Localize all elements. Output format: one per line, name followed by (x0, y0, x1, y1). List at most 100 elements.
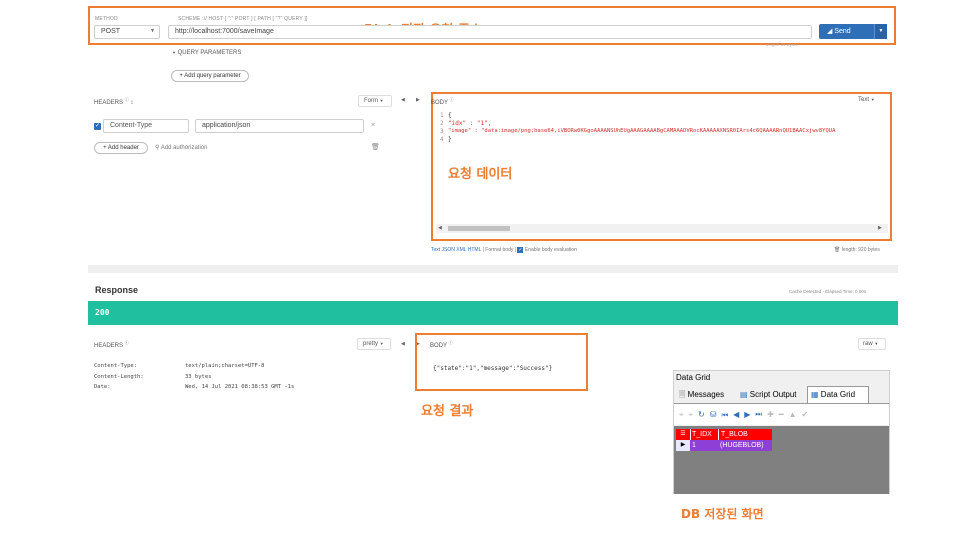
section-divider (88, 265, 898, 273)
add-authorization-label: Add authorization (160, 145, 208, 151)
chevron-down-icon: ▼ (172, 50, 176, 55)
key-icon: ⚲ (155, 145, 160, 151)
code-line: { (448, 112, 452, 119)
info-icon: ⓘ (448, 340, 453, 345)
data-grid-window: Data Grid 🗏 Messages ▤ Script Output ▦ D… (673, 370, 890, 494)
messages-icon: 🗏 (679, 390, 686, 399)
response-header-name: Date: (94, 384, 111, 390)
grid-corner-cell[interactable]: ☰ (676, 429, 690, 440)
code-line: "image" : "data:image/png;base64,iVBORw0… (448, 128, 836, 134)
collapse-left-icon[interactable]: ◀ (401, 97, 405, 103)
enable-eval-checkbox[interactable]: ✓ (517, 247, 524, 253)
query-params-toggle[interactable]: ▼ QUERY PARAMETERS (172, 50, 241, 56)
grid-body: ☰ T_IDX T_BLOB ▶ 1 (HUGEBLOB) (674, 426, 889, 494)
sort-icon: ↕ (130, 100, 134, 106)
response-body-label: BODY (430, 343, 447, 349)
response-body-text: {"state":"1","message":"Success"} (433, 365, 553, 372)
result-annotation: 요청 결과 (421, 404, 474, 419)
chevron-down-icon: ▼ (874, 341, 879, 346)
line-number: 1 (440, 112, 444, 119)
post-edit-icon[interactable]: ✔ (802, 410, 814, 419)
edit-record-icon[interactable]: ▲ (789, 410, 802, 419)
response-headers-mode-select[interactable]: pretty ▼ (357, 338, 391, 350)
fetch-icon[interactable]: ⛁ (710, 410, 722, 419)
grid-header-idx[interactable]: T_IDX (690, 429, 718, 440)
delete-record-icon[interactable]: ━ (779, 410, 789, 419)
format-body-link[interactable]: Format body (485, 247, 513, 253)
request-headers-title: HEADERS ⓘ ↕ (94, 97, 133, 106)
refresh-icon[interactable]: ↻ (698, 410, 710, 419)
add-header-button[interactable]: + Add header (94, 142, 148, 154)
chevron-down-icon: ▼ (379, 341, 384, 346)
response-header-name: Content-Type: (94, 363, 138, 369)
grid-cell-blob[interactable]: (HUGEBLOB) (718, 440, 772, 451)
data-annotation: 요청 데이터 (448, 167, 513, 182)
prev-record-icon[interactable]: ◀ (733, 410, 744, 419)
horizontal-scrollbar[interactable]: ◀ ▶ (436, 224, 888, 233)
body-length-value: length: 920 bytes (841, 247, 880, 253)
chevron-down-icon: ▼ (379, 98, 384, 103)
info-icon: ⓘ (124, 97, 129, 102)
header-value-text: application/json (202, 122, 251, 129)
scheme-label: SCHEME :// HOST [ ":" PORT ] [ PATH [ "?… (178, 16, 308, 22)
grid-header-blob[interactable]: T_BLOB (718, 429, 772, 440)
headers-mode-value: Form (364, 98, 378, 104)
request-body-title: BODY ⓘ (431, 97, 454, 106)
url-value: http://localhost:7000/saveImage (175, 28, 274, 35)
grid-cell-idx[interactable]: 1 (690, 440, 718, 451)
first-record-icon[interactable]: ⏮ (721, 410, 733, 419)
collapse-left-icon[interactable]: ◀ (401, 341, 405, 347)
elapsed-time: Cache Detected - Elapsed Time: 0.00s (789, 289, 867, 294)
tab-data-grid-label: Data Grid (820, 390, 856, 399)
tab-data-grid[interactable]: ▦ Data Grid (807, 386, 869, 403)
header-enabled-checkbox[interactable]: ✓ (94, 123, 101, 130)
query-params-label: QUERY PARAMETERS (177, 50, 242, 56)
trash-icon[interactable]: 🗑 (834, 247, 840, 253)
tab-script-output[interactable]: ▤ Script Output (740, 388, 796, 402)
trash-icon[interactable]: 🗑 (371, 143, 380, 151)
status-code: 200 (95, 308, 110, 317)
collapse-right-icon[interactable]: ▶ (416, 97, 420, 103)
response-header-value: 33 bytes (185, 374, 212, 380)
script-output-icon: ▤ (740, 390, 748, 399)
headers-mode-select[interactable]: Form ▼ (358, 95, 392, 107)
lock-icon[interactable]: ⌖ (679, 410, 689, 419)
method-label: METHOD (95, 16, 118, 22)
body-mode-select[interactable]: Text ▼ (858, 97, 875, 103)
response-body-mode-value: raw (863, 341, 873, 347)
add-authorization-link[interactable]: ⚲ Add authorization (155, 144, 207, 151)
body-mode-value: Text (858, 97, 870, 103)
send-label: Send (834, 28, 851, 35)
send-icon: ◢ (827, 28, 833, 35)
insert-record-icon[interactable]: ✚ (767, 410, 779, 419)
add-query-parameter-button[interactable]: + Add query parameter (171, 70, 249, 82)
info-icon: ⓘ (124, 340, 129, 345)
send-dropdown-button[interactable]: ▼ (874, 24, 887, 39)
response-headers-label: HEADERS (94, 343, 124, 349)
body-length-note: 🗑 length: 920 bytes (834, 247, 880, 253)
response-headers-mode-value: pretty (363, 341, 379, 347)
send-button[interactable]: ◢ Send (819, 24, 875, 39)
line-number: 3 (440, 128, 444, 135)
scroll-left-icon[interactable]: ◀ (438, 225, 442, 231)
grid-toolbar: ⌖⌖↻⛁⏮◀▶⏭✚━▲✔ (674, 403, 889, 425)
header-name-input[interactable]: Content-Type (103, 119, 189, 133)
response-body-title: BODY ⓘ (430, 340, 453, 349)
remove-header-icon[interactable]: × (371, 122, 375, 129)
scroll-right-icon[interactable]: ▶ (878, 225, 882, 231)
scrollbar-thumb[interactable] (448, 226, 510, 231)
response-body-mode-select[interactable]: raw ▼ (858, 338, 886, 350)
code-line: "idx" : "1", (448, 120, 492, 127)
unlock-icon[interactable]: ⌖ (689, 410, 699, 419)
tab-messages-label: Messages (687, 390, 725, 399)
next-record-icon[interactable]: ▶ (744, 410, 755, 419)
tab-messages[interactable]: 🗏 Messages (679, 388, 724, 402)
header-name-value: Content-Type (110, 122, 153, 129)
line-number: 4 (440, 136, 444, 143)
enable-eval-label: Enable body evaluation (524, 247, 577, 253)
last-record-icon[interactable]: ⏭ (755, 410, 767, 419)
header-value-input[interactable]: application/json (195, 119, 364, 133)
format-options[interactable]: Text JSON XML HTML (431, 247, 481, 253)
url-input[interactable]: http://localhost:7000/saveImage (168, 25, 812, 39)
grid-row-indicator-icon[interactable]: ▶ (676, 440, 690, 451)
